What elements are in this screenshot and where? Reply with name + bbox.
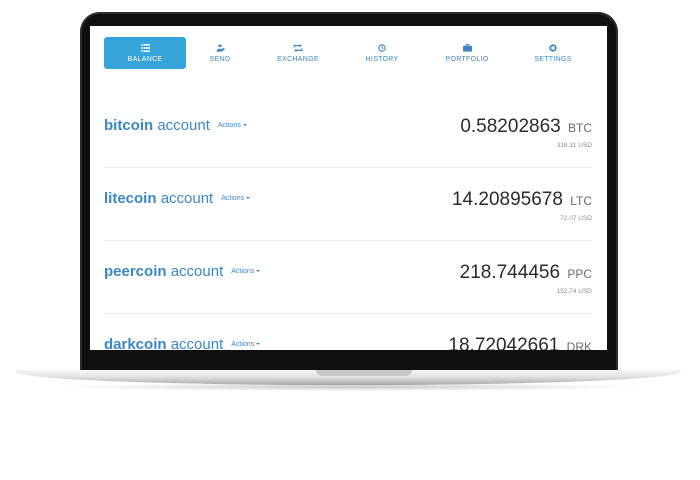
account-row-litecoin: litecoin account Actions 14.20895678 LTC … (104, 167, 592, 240)
tab-label: HISTORY (365, 55, 399, 63)
currency-code: DRK (566, 340, 592, 350)
tab-label: PORTFOLIO (445, 55, 489, 63)
account-suffix: account (160, 190, 214, 207)
account-balance: 14.20895678 LTC (452, 189, 592, 211)
actions-label: Actions (231, 341, 255, 348)
actions-label: Actions (217, 122, 241, 129)
main-nav: BALANCE SEND EXCHANGE HISTORY PORTFOLIO … (104, 37, 604, 75)
currency-code: BTC (568, 121, 592, 135)
account-name[interactable]: bitcoin account Actions (104, 117, 247, 134)
balance-amount: 0.58202863 (460, 116, 561, 137)
coin-name: peercoin (104, 263, 167, 280)
actions-dropdown[interactable]: Actions (221, 195, 251, 202)
caret-down-icon (242, 124, 247, 126)
currency-code: LTC (570, 194, 592, 208)
coin-name: bitcoin (104, 117, 154, 134)
account-row-peercoin: peercoin account Actions 218.744456 PPC 1… (104, 240, 592, 313)
account-row-darkcoin: darkcoin account Actions 18.72042661 DRK (104, 313, 592, 350)
tab-portfolio[interactable]: PORTFOLIO (426, 37, 508, 69)
clock-icon (378, 44, 386, 53)
account-balance: 18.72042661 DRK (448, 335, 592, 350)
tab-label: SETTINGS (534, 55, 572, 63)
tab-label: SEND (209, 55, 231, 63)
actions-label: Actions (221, 195, 245, 202)
tab-exchange[interactable]: EXCHANGE (257, 37, 339, 69)
tab-settings[interactable]: SETTINGS (512, 37, 594, 69)
usd-value: 318.31 USD (556, 142, 592, 149)
account-name[interactable]: darkcoin account Actions (104, 336, 261, 350)
list-icon (140, 44, 150, 53)
tab-balance[interactable]: BALANCE (104, 37, 186, 69)
account-list: bitcoin account Actions 0.58202863 BTC 31… (104, 95, 592, 350)
coin-name: darkcoin (104, 336, 167, 350)
account-row-bitcoin: bitcoin account Actions 0.58202863 BTC 31… (104, 95, 592, 167)
actions-dropdown[interactable]: Actions (231, 341, 261, 348)
briefcase-icon (462, 44, 472, 53)
account-suffix: account (157, 117, 210, 134)
actions-dropdown[interactable]: Actions (231, 268, 261, 275)
laptop-lid: BALANCE SEND EXCHANGE HISTORY PORTFOLIO … (80, 12, 618, 374)
usd-value: 152.74 USD (556, 288, 592, 295)
caret-down-icon (246, 197, 251, 199)
balance-amount: 18.72042661 (448, 335, 560, 350)
tab-label: BALANCE (127, 55, 163, 63)
gear-icon (549, 44, 557, 53)
account-suffix: account (170, 336, 224, 350)
currency-code: PPC (567, 267, 592, 281)
tab-history[interactable]: HISTORY (341, 37, 423, 69)
exchange-arrows-icon (293, 44, 303, 53)
tab-label: EXCHANGE (277, 55, 319, 63)
account-name[interactable]: litecoin account Actions (104, 190, 251, 207)
account-name[interactable]: peercoin account Actions (104, 263, 261, 280)
account-balance: 0.58202863 BTC (460, 116, 592, 138)
coin-name: litecoin (104, 190, 157, 207)
balance-amount: 14.20895678 (451, 189, 563, 210)
app-screen: BALANCE SEND EXCHANGE HISTORY PORTFOLIO … (90, 26, 607, 350)
hand-send-icon (216, 43, 225, 53)
account-suffix: account (170, 263, 224, 280)
actions-dropdown[interactable]: Actions (218, 122, 247, 129)
caret-down-icon (256, 343, 261, 345)
actions-label: Actions (231, 268, 255, 275)
caret-down-icon (256, 270, 261, 272)
laptop-shadow (50, 383, 650, 391)
laptop-notch (316, 370, 412, 376)
account-balance: 218.744456 PPC (460, 262, 592, 284)
usd-value: 72.07 USD (560, 215, 592, 222)
tab-send[interactable]: SEND (179, 37, 261, 69)
balance-amount: 218.744456 (459, 262, 561, 283)
